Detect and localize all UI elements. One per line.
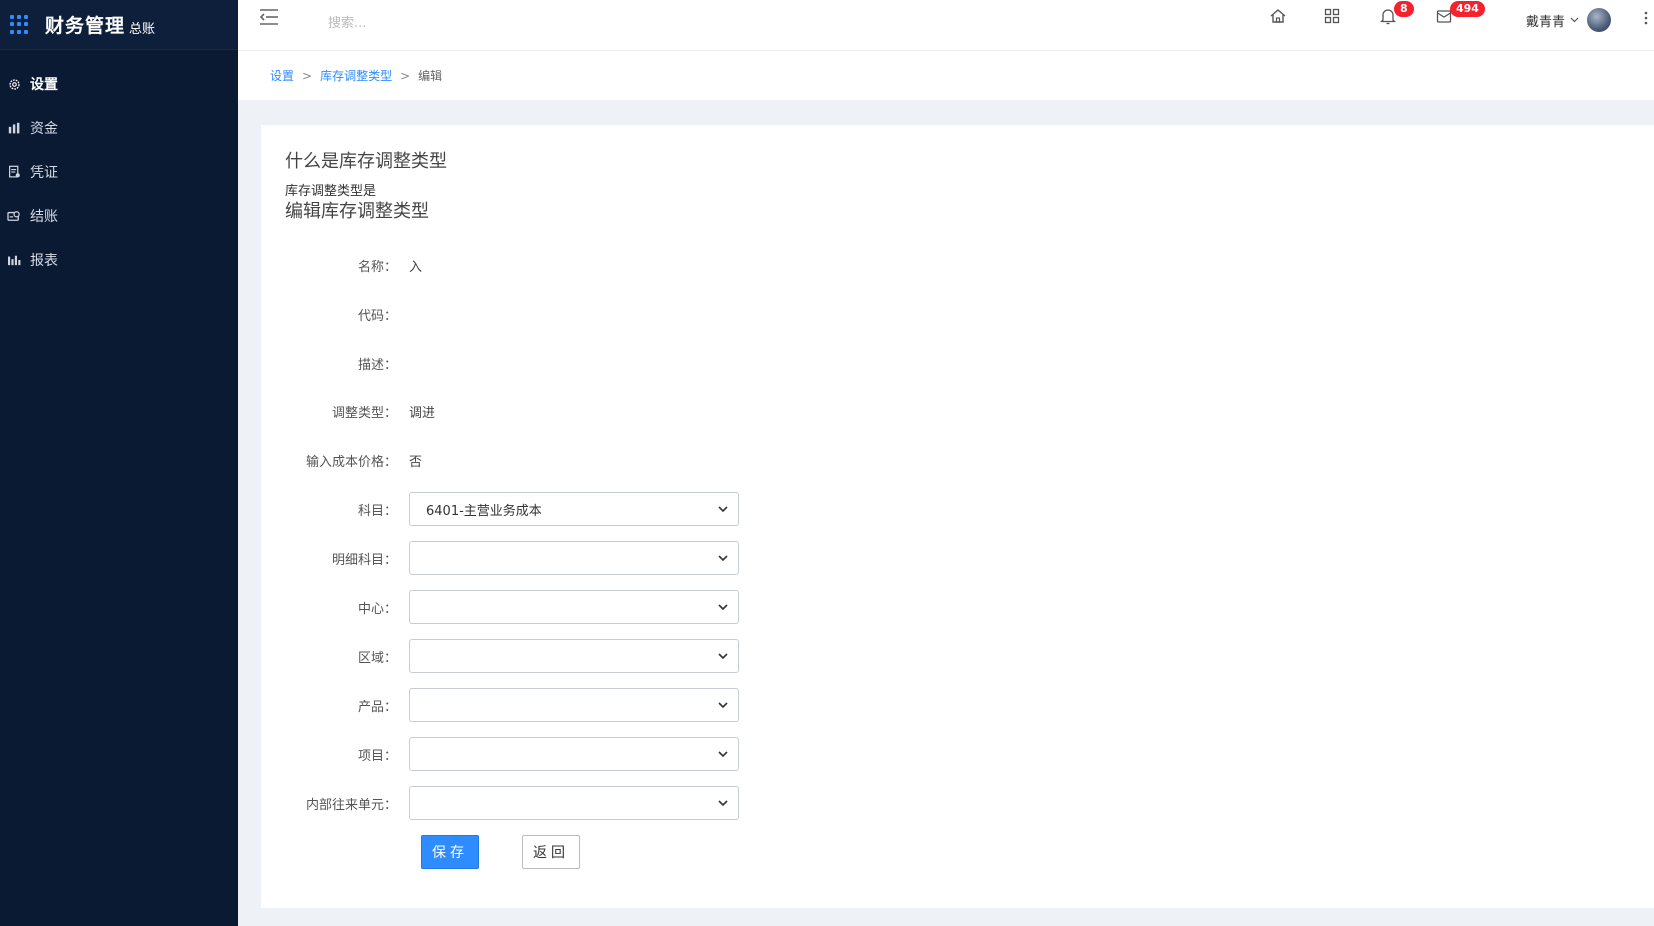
breadcrumb-link-settings[interactable]: 设置 [270, 67, 294, 84]
back-button[interactable]: 返回 [522, 835, 580, 869]
account-select-value: 6401-主营业务成本 [426, 503, 542, 519]
top-header: 8 494 戴青青 [238, 0, 1654, 50]
more-vertical-icon[interactable] [1644, 10, 1648, 26]
account-select[interactable]: 6401-主营业务成本 [409, 492, 739, 526]
form-row-center: 中心： [261, 590, 1061, 624]
notification-badge: 8 [1394, 1, 1414, 17]
form-row-account: 科目： 6401-主营业务成本 [261, 492, 1061, 526]
user-menu[interactable]: 戴青青 [1526, 8, 1612, 32]
internal-unit-select[interactable] [409, 786, 739, 820]
brand-title: 财务管理 [45, 15, 126, 37]
voucher-icon [7, 165, 21, 179]
chevron-down-icon [718, 751, 728, 758]
form-row-input-cost: 输入成本价格： 否 [261, 443, 1061, 477]
name-value: 入 [409, 259, 423, 275]
breadcrumb-separator: > [302, 68, 313, 83]
apps-grid-icon[interactable] [10, 14, 30, 35]
field-label: 代码： [357, 308, 397, 324]
chevron-down-icon [1570, 17, 1579, 23]
field-label: 输入成本价格： [305, 454, 397, 470]
sidebar-item-label: 设置 [30, 77, 58, 93]
adjust-type-value: 调进 [409, 405, 436, 421]
sidebar-item-label: 结账 [30, 209, 58, 225]
sidebar-item-label: 凭证 [30, 165, 58, 181]
checkout-icon [7, 209, 21, 223]
sidebar-item-checkout[interactable]: 结账 [0, 194, 238, 238]
sidebar-item-settings[interactable]: 设置 [0, 62, 238, 106]
notification-bell-icon[interactable]: 8 [1379, 1, 1414, 28]
apps-icon[interactable] [1324, 8, 1344, 28]
sidebar-menu: 设置 资金 凭证 结账 报表 [0, 62, 238, 282]
form-row-product: 产品： [261, 688, 1061, 722]
breadcrumb-link-adjust-types[interactable]: 库存调整类型 [320, 67, 392, 84]
search-input[interactable] [328, 10, 528, 36]
sidebar-item-voucher[interactable]: 凭证 [0, 150, 238, 194]
project-select[interactable] [409, 737, 739, 771]
form-row-name: 名称： 入 [261, 248, 1061, 282]
chevron-down-icon [718, 653, 728, 660]
sidebar: 财务管理 总账 设置 资金 凭证 结账 报表 [0, 0, 238, 926]
field-label: 区域： [357, 650, 397, 666]
field-label: 明细科目： [331, 552, 397, 568]
user-name: 戴青青 [1526, 14, 1566, 30]
form-row-adjust-type: 调整类型： 调进 [261, 394, 1061, 428]
avatar[interactable] [1587, 8, 1612, 32]
brand-subtitle: 总账 [129, 22, 156, 37]
home-icon[interactable] [1270, 8, 1290, 28]
message-badge: 494 [1450, 1, 1485, 17]
breadcrumb-current: 编辑 [418, 69, 443, 83]
brand: 财务管理 总账 [0, 0, 238, 50]
edit-form-card: 什么是库存调整类型 库存调整类型是 编辑库存调整类型 名称： 入 代码： 描述：… [261, 125, 1654, 908]
detail-account-select[interactable] [409, 541, 739, 575]
help-question-title: 什么是库存调整类型 [285, 151, 447, 172]
form-row-region: 区域： [261, 639, 1061, 673]
chevron-down-icon [718, 555, 728, 562]
form-row-internal-unit: 内部往来单元： [261, 786, 1061, 820]
center-select[interactable] [409, 590, 739, 624]
sidebar-item-label: 资金 [30, 121, 58, 137]
gear-icon [7, 77, 21, 91]
save-button[interactable]: 保存 [421, 835, 479, 869]
input-cost-value: 否 [409, 454, 423, 470]
form-row-description: 描述： [261, 346, 1061, 380]
sidebar-item-label: 报表 [30, 253, 58, 269]
chevron-down-icon [718, 506, 728, 513]
message-icon[interactable]: 494 [1436, 1, 1485, 28]
menu-toggle-icon[interactable] [259, 9, 282, 27]
bar-chart-icon [7, 253, 21, 267]
chevron-down-icon [718, 702, 728, 709]
page-title: 编辑库存调整类型 [285, 201, 429, 222]
field-label: 产品： [357, 699, 397, 715]
money-icon [7, 121, 21, 135]
field-label: 调整类型： [331, 405, 397, 421]
field-label: 科目： [357, 503, 397, 519]
region-select[interactable] [409, 639, 739, 673]
chevron-down-icon [718, 604, 728, 611]
product-select[interactable] [409, 688, 739, 722]
field-label: 名称： [357, 259, 397, 275]
sidebar-item-reports[interactable]: 报表 [0, 238, 238, 282]
field-label: 中心： [357, 601, 397, 617]
form-row-detail-account: 明细科目： [261, 541, 1061, 575]
field-label: 项目： [357, 748, 397, 764]
chevron-down-icon [718, 800, 728, 807]
breadcrumb: 设置 > 库存调整类型 > 编辑 [238, 50, 1654, 100]
field-label: 描述： [357, 357, 397, 373]
breadcrumb-separator: > [400, 68, 411, 83]
form-row-code: 代码： [261, 297, 1061, 331]
sidebar-item-funds[interactable]: 资金 [0, 106, 238, 150]
field-label: 内部往来单元： [305, 797, 397, 813]
form-row-project: 项目： [261, 737, 1061, 771]
